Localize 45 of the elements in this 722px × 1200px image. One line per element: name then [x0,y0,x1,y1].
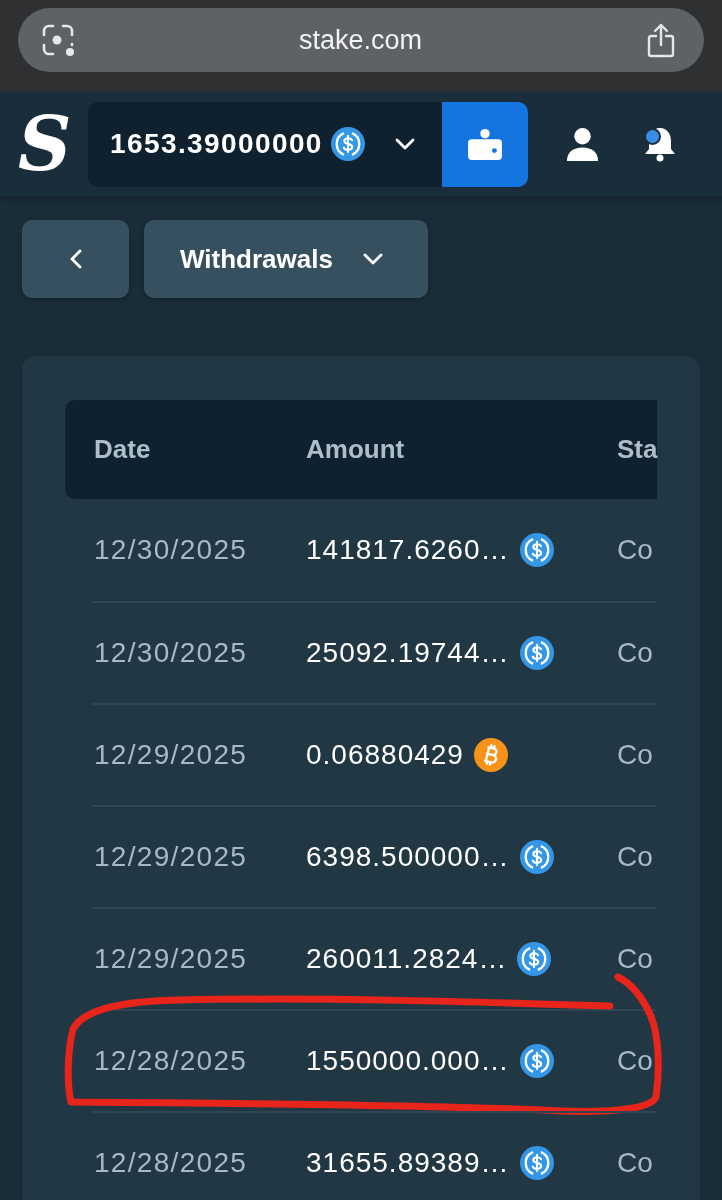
date-cell: 12/29/2025 [94,943,248,975]
dollar-coin-icon [517,942,552,976]
date-cell: 12/30/2025 [94,534,248,566]
url-text: stake.com [297,24,423,56]
status-cell: Co [617,1147,653,1179]
amount-cell: 31655.89389… [306,1147,510,1179]
amount-cell: 260011.2824… [306,943,508,975]
dollar-coin-icon [519,1044,554,1078]
amount-cell: 1550000.000… [306,1045,510,1077]
amount-cell: 0.06880429 [306,739,464,771]
scan-icon[interactable] [41,23,75,57]
balance-dropdown[interactable]: 1653.39000000 [88,101,442,187]
withdrawals-dropdown[interactable]: Withdrawals [144,220,428,298]
date-cell: 12/30/2025 [94,637,248,669]
bitcoin-icon [473,738,508,772]
column-header[interactable]: Amount [306,434,405,465]
amount-cell: 141817.6260… [306,534,510,566]
date-cell: 12/28/2025 [94,1147,248,1179]
status-cell: Co [617,841,653,873]
status-cell: Co [617,739,653,771]
dollar-coin-icon [330,127,365,161]
dollar-coin-icon [519,533,554,567]
logo[interactable]: S [18,107,68,181]
dollar-coin-icon [519,636,554,670]
status-cell: Co [617,637,653,669]
amount-cell: 25092.19744… [306,637,510,669]
column-header[interactable]: Date [94,434,151,465]
column-header[interactable]: Sta [617,434,658,465]
status-cell: Co [617,943,653,975]
user-icon[interactable] [565,126,600,162]
dollar-coin-icon [519,1146,554,1180]
chevron-left-icon [69,249,82,269]
status-cell: Co [617,534,653,566]
date-cell: 12/28/2025 [94,1045,248,1077]
caret-icon [362,253,383,265]
date-cell: 12/29/2025 [94,739,248,771]
wallet-button[interactable] [442,101,528,187]
amount-cell: 6398.500000… [306,841,510,873]
caret-icon [394,138,415,150]
wallet-icon [468,128,502,160]
address-bar[interactable]: stake.com [18,8,704,72]
dollar-coin-icon [519,840,554,874]
status-cell: Co [617,1045,653,1077]
share-icon[interactable] [646,22,676,58]
date-cell: 12/29/2025 [94,841,248,873]
